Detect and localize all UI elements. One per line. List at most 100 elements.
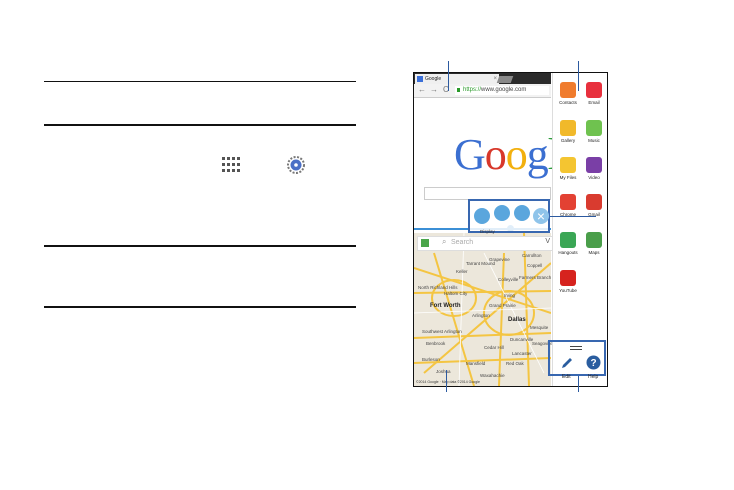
app-youtube[interactable]: YouTube (556, 270, 580, 293)
favicon-icon (417, 76, 423, 82)
map-label: Colleyville (498, 277, 519, 282)
divider-1 (44, 81, 356, 82)
lock-icon (457, 88, 460, 92)
search-icon: ⌕ (442, 237, 447, 246)
google-logo-letter: o (484, 130, 507, 179)
app-label: Hangouts (558, 250, 578, 255)
contacts-icon (560, 82, 576, 98)
drag-content-icon[interactable] (494, 205, 510, 221)
back-icon[interactable]: ← (418, 85, 426, 94)
gmail-icon (586, 194, 602, 210)
forward-icon[interactable]: → (430, 85, 438, 94)
close-window-icon[interactable]: × (533, 208, 549, 224)
music-icon (586, 120, 602, 136)
divider-4 (44, 306, 356, 308)
map-label: Fort Worth (430, 303, 461, 309)
map-label: Red Oak (506, 361, 524, 366)
app-gallery[interactable]: Gallery (556, 120, 580, 143)
map-credit: ©2014 Google · Map data ©2014 Google (416, 380, 480, 384)
maps-overflow[interactable]: V (545, 238, 550, 245)
apps-icon (222, 157, 240, 173)
maps-search-placeholder: Search (451, 239, 474, 246)
help-label: Help (588, 374, 599, 380)
map-label: Lancaster (512, 351, 532, 356)
map-label: Farmers Branch (519, 275, 552, 280)
callout-line (448, 61, 449, 91)
map-label: Cedar Hill (484, 345, 504, 350)
new-tab-button[interactable] (496, 76, 514, 83)
callout-line (446, 370, 447, 392)
edit-label: Edit (562, 374, 571, 380)
switch-windows-icon[interactable] (474, 208, 490, 224)
app-label: My Files (559, 175, 577, 180)
google-logo-letter: o (505, 130, 528, 179)
map-label: Duncanville (510, 337, 534, 342)
controls-label: Display (480, 229, 495, 234)
google-logo-letter: g (526, 130, 549, 179)
app-label: Gallery (560, 138, 576, 143)
chrome-icon (560, 194, 576, 210)
google-logo: Googl (454, 130, 560, 179)
browser-tab-bar: Google × (414, 73, 551, 84)
app-label: YouTube (559, 288, 577, 293)
map-label: Benbrook (426, 341, 446, 346)
maps-search-bar[interactable]: ⌕ Search V (417, 236, 553, 251)
app-hangouts[interactable]: Hangouts (556, 232, 580, 255)
map-label: Dallas (508, 317, 526, 323)
app-video[interactable]: Video (582, 157, 606, 180)
app-my-files[interactable]: My Files (556, 157, 580, 180)
hangouts-icon (560, 232, 576, 248)
map-label: Mansfield (466, 361, 486, 366)
map-label: Irving (504, 293, 516, 298)
window-controls: × Display (468, 199, 550, 234)
callout-line (578, 376, 579, 392)
divider-3 (44, 245, 356, 247)
url-host: www.google.com (481, 87, 527, 93)
svg-text:?: ? (590, 358, 596, 369)
app-contacts[interactable]: Contacts (556, 82, 580, 105)
pencil-icon[interactable] (560, 356, 574, 370)
google-logo-letter: G (454, 130, 486, 179)
drag-handle-icon[interactable] (570, 346, 582, 347)
settings-icon (287, 156, 305, 174)
address-bar[interactable]: https://www.google.com (455, 86, 549, 95)
app-chrome[interactable]: Chrome (556, 194, 580, 217)
app-music[interactable]: Music (582, 120, 606, 143)
map-label: North Richland Hills (418, 285, 458, 290)
video-icon (586, 157, 602, 173)
app-label: Music (588, 138, 600, 143)
full-screen-icon[interactable] (514, 205, 530, 221)
url-scheme: https:// (463, 87, 482, 93)
edit-help-group: ? (548, 340, 606, 376)
app-gmail[interactable]: Gmail (582, 194, 606, 217)
app-label: Contacts (559, 100, 577, 105)
browser-tab[interactable]: Google × (415, 74, 499, 84)
map-label: Haltom City (444, 291, 468, 296)
help-icon[interactable]: ? (586, 355, 601, 370)
maps-view[interactable]: Tarrant Mound Keller Colleyville Grapevi… (414, 233, 553, 386)
callout-line (550, 216, 596, 217)
map-label: Arlington (472, 313, 490, 318)
maps-logo-icon (421, 239, 429, 247)
map-label: Grapevine (489, 257, 510, 262)
tab-title: Google (425, 76, 442, 82)
map-label: Keller (456, 269, 468, 274)
app-label: Video (588, 175, 600, 180)
map-label: Grand Prairie (489, 303, 516, 308)
app-maps[interactable]: Maps (582, 232, 606, 255)
divider-2 (44, 124, 356, 126)
map-label: Waxahachie (480, 373, 505, 378)
email-icon (586, 82, 602, 98)
map-label: Mesquite (530, 325, 549, 330)
youtube-icon (560, 270, 576, 286)
app-label: Email (588, 100, 600, 105)
map-label: Joshua (436, 369, 451, 374)
app-email[interactable]: Email (582, 82, 606, 105)
map-label: Coppell (527, 263, 543, 268)
browser-toolbar: ← → C https://www.google.com (414, 84, 551, 98)
gallery-icon (560, 120, 576, 136)
callout-line (578, 61, 579, 91)
map-label: Southwest Arlington (422, 329, 462, 334)
map-label: Burleson (422, 357, 440, 362)
app-label: Maps (588, 250, 600, 255)
